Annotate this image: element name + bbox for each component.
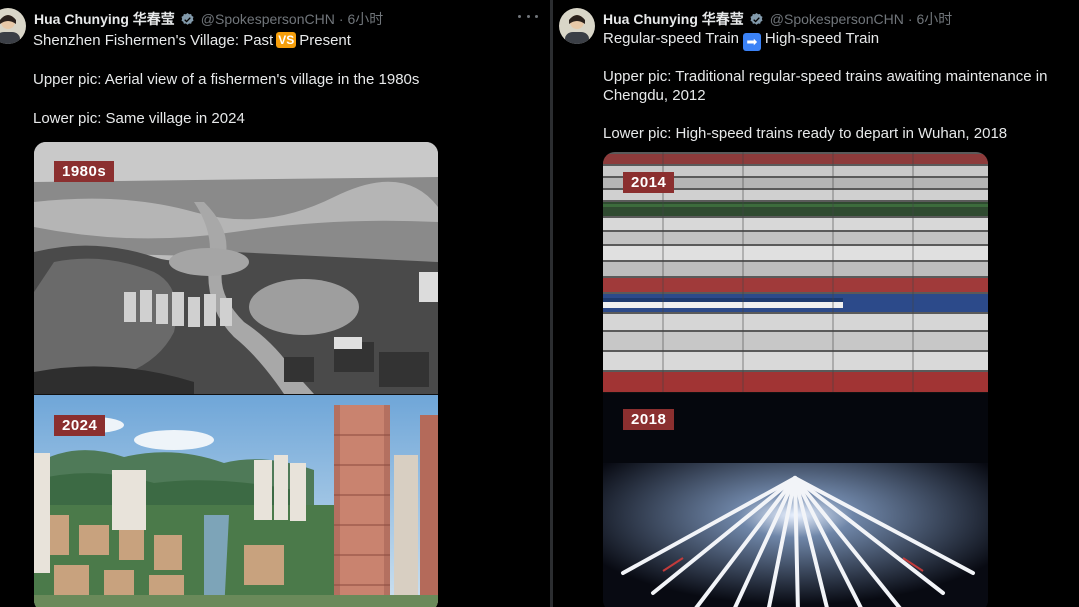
vs-emoji-icon: VS [276,32,297,48]
photo-regular-trains[interactable]: 2014 [603,152,988,392]
more-options-icon[interactable] [518,8,538,24]
tweet-header: Hua Chunying 华春莹 @SpokespersonCHN · 6小时 [34,9,383,29]
author-handle[interactable]: @SpokespersonCHN [201,11,335,27]
tweet-text-line2: Upper pic: Aerial view of a fishermen's … [33,71,420,88]
year-label-1980s: 1980s [54,161,115,182]
tweet-text-line1: Regular-speed Train ➡ High-speed Train [603,29,1073,51]
avatar[interactable] [0,8,26,44]
author-handle[interactable]: @SpokespersonCHN [770,11,904,27]
year-label-2024: 2024 [54,415,106,436]
timestamp[interactable]: 6小时 [348,9,384,29]
tweet-text-line1: Shenzhen Fishermen's Village: Past VS Pres… [33,31,533,50]
tweet-right[interactable]: Hua Chunying 华春莹 @SpokespersonCHN · 6小时 … [553,0,1079,607]
tweet-text-line3: Lower pic: High-speed trains ready to de… [603,125,1008,142]
verified-badge-icon [180,12,195,27]
tweet-text-line3: Lower pic: Same village in 2024 [33,110,245,127]
tweet-text-line2: Upper pic: Traditional regular-speed tra… [603,68,1048,104]
separator-dot: · [907,11,913,27]
verified-badge-icon [749,12,764,27]
line1-pre: Shenzhen Fishermen's Village: Past [33,32,274,49]
timestamp[interactable]: 6小时 [917,9,953,29]
line1-post: High-speed Train [764,30,880,47]
separator-dot: · [338,11,344,27]
right-arrow-emoji-icon: ➡ [742,33,761,51]
line1-pre: Regular-speed Train [603,30,739,47]
line1-post: Present [299,32,351,49]
author-name[interactable]: Hua Chunying 华春莹 [603,9,744,29]
year-label-2014: 2014 [623,172,675,193]
photo-high-speed-trains[interactable]: 2018 [603,393,988,607]
author-name[interactable]: Hua Chunying 华春莹 [34,9,175,29]
tweet-media[interactable]: 2014 2018 [603,152,988,607]
avatar[interactable] [559,8,595,44]
tweet-header: Hua Chunying 华春莹 @SpokespersonCHN · 6小时 [603,9,952,29]
year-label-2018: 2018 [623,409,675,430]
photo-1980s-village[interactable]: 1980s [34,142,438,394]
photo-2024-village[interactable]: 2024 [34,395,438,607]
tweet-left[interactable]: Hua Chunying 华春莹 @SpokespersonCHN · 6小时 … [0,0,550,607]
tweet-media[interactable]: 1980s 2024 [34,142,438,607]
